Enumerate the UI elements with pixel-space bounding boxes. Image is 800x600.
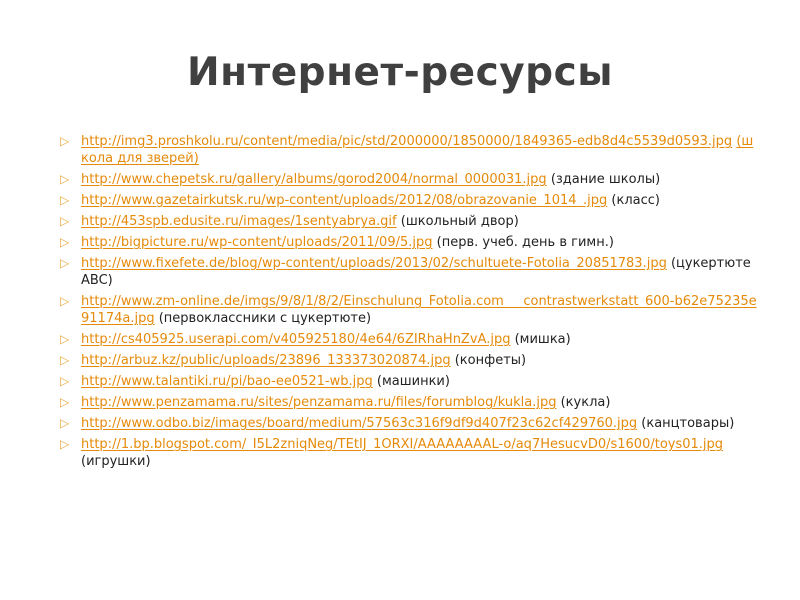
resource-link[interactable]: http://www.fixefete.de/blog/wp-content/u… <box>81 256 667 271</box>
bullet-icon: ▷ <box>60 332 70 346</box>
resource-link[interactable]: http://cs405925.userapi.com/v405925180/4… <box>81 332 510 347</box>
resource-description: (конфеты) <box>454 353 527 368</box>
resource-description: (мишка) <box>514 332 571 347</box>
bullet-icon: ▷ <box>60 416 70 430</box>
resource-link[interactable]: http://bigpicture.ru/wp-content/uploads/… <box>81 235 433 250</box>
list-item: ▷ http://cs405925.userapi.com/v405925180/… <box>60 331 760 348</box>
list-item: ▷ http://453spb.edusite.ru/images/1sentya… <box>60 213 760 230</box>
resource-link[interactable]: http://www.talantiki.ru/pi/bao-ee0521-wb… <box>81 374 373 389</box>
resource-list: ▷ http://img3.proshkolu.ru/content/media/… <box>60 133 760 474</box>
list-item: ▷ http://www.gazetairkutsk.ru/wp-content/… <box>60 192 760 209</box>
resource-description: (школьный двор) <box>400 214 519 229</box>
resource-link[interactable]: http://www.odbo.biz/images/board/medium/… <box>81 416 637 431</box>
resource-description: (машинки) <box>376 374 450 389</box>
resource-link[interactable]: http://453spb.edusite.ru/images/1sentyab… <box>81 214 397 229</box>
resource-description: (канцтовары) <box>641 416 735 431</box>
list-item: ▷ http://1.bp.blogspot.com/_I5L2zniqNeg/T… <box>60 436 760 470</box>
list-item: ▷ http://www.odbo.biz/images/board/medium… <box>60 415 760 432</box>
resource-description: (перв. учеб. день в гимн.) <box>436 235 614 250</box>
list-item: ▷ http://www.fixefete.de/blog/wp-content/… <box>60 255 760 289</box>
resource-description: (первоклассники с цукертюте) <box>158 311 372 326</box>
list-item: ▷ http://www.penzamama.ru/sites/penzamama… <box>60 394 760 411</box>
resource-description: (кукла) <box>560 395 611 410</box>
bullet-icon: ▷ <box>60 437 70 451</box>
resource-description: (класс) <box>611 193 660 208</box>
bullet-icon: ▷ <box>60 374 70 388</box>
resource-link[interactable]: http://img3.proshkolu.ru/content/media/p… <box>81 134 732 149</box>
bullet-icon: ▷ <box>60 353 70 367</box>
resource-link[interactable]: http://www.gazetairkutsk.ru/wp-content/u… <box>81 193 607 208</box>
bullet-icon: ▷ <box>60 134 70 148</box>
slide-title: Интернет-ресурсы <box>187 50 613 95</box>
resource-link[interactable]: http://1.bp.blogspot.com/_I5L2zniqNeg/TE… <box>81 437 723 452</box>
list-item: ▷ http://www.talantiki.ru/pi/bao-ee0521-w… <box>60 373 760 390</box>
bullet-icon: ▷ <box>60 235 70 249</box>
bullet-icon: ▷ <box>60 193 70 207</box>
resource-link[interactable]: http://www.penzamama.ru/sites/penzamama.… <box>81 395 556 410</box>
list-item: ▷ http://img3.proshkolu.ru/content/media/… <box>60 133 760 167</box>
list-item: ▷ http://www.chepetsk.ru/gallery/albums/g… <box>60 171 760 188</box>
list-item: ▷ http://arbuz.kz/public/uploads/23896_13… <box>60 352 760 369</box>
resource-link[interactable]: http://www.chepetsk.ru/gallery/albums/go… <box>81 172 547 187</box>
bullet-icon: ▷ <box>60 172 70 186</box>
resource-link[interactable]: http://arbuz.kz/public/uploads/23896_133… <box>81 353 451 368</box>
resource-description: (игрушки) <box>81 454 151 469</box>
resource-description: (здание школы) <box>550 172 661 187</box>
bullet-icon: ▷ <box>60 256 70 270</box>
bullet-icon: ▷ <box>60 395 70 409</box>
list-item: ▷ http://www.zm-online.de/imgs/9/8/1/8/2/… <box>60 293 760 327</box>
bullet-icon: ▷ <box>60 294 70 308</box>
list-item: ▷ http://bigpicture.ru/wp-content/uploads… <box>60 234 760 251</box>
bullet-icon: ▷ <box>60 214 70 228</box>
